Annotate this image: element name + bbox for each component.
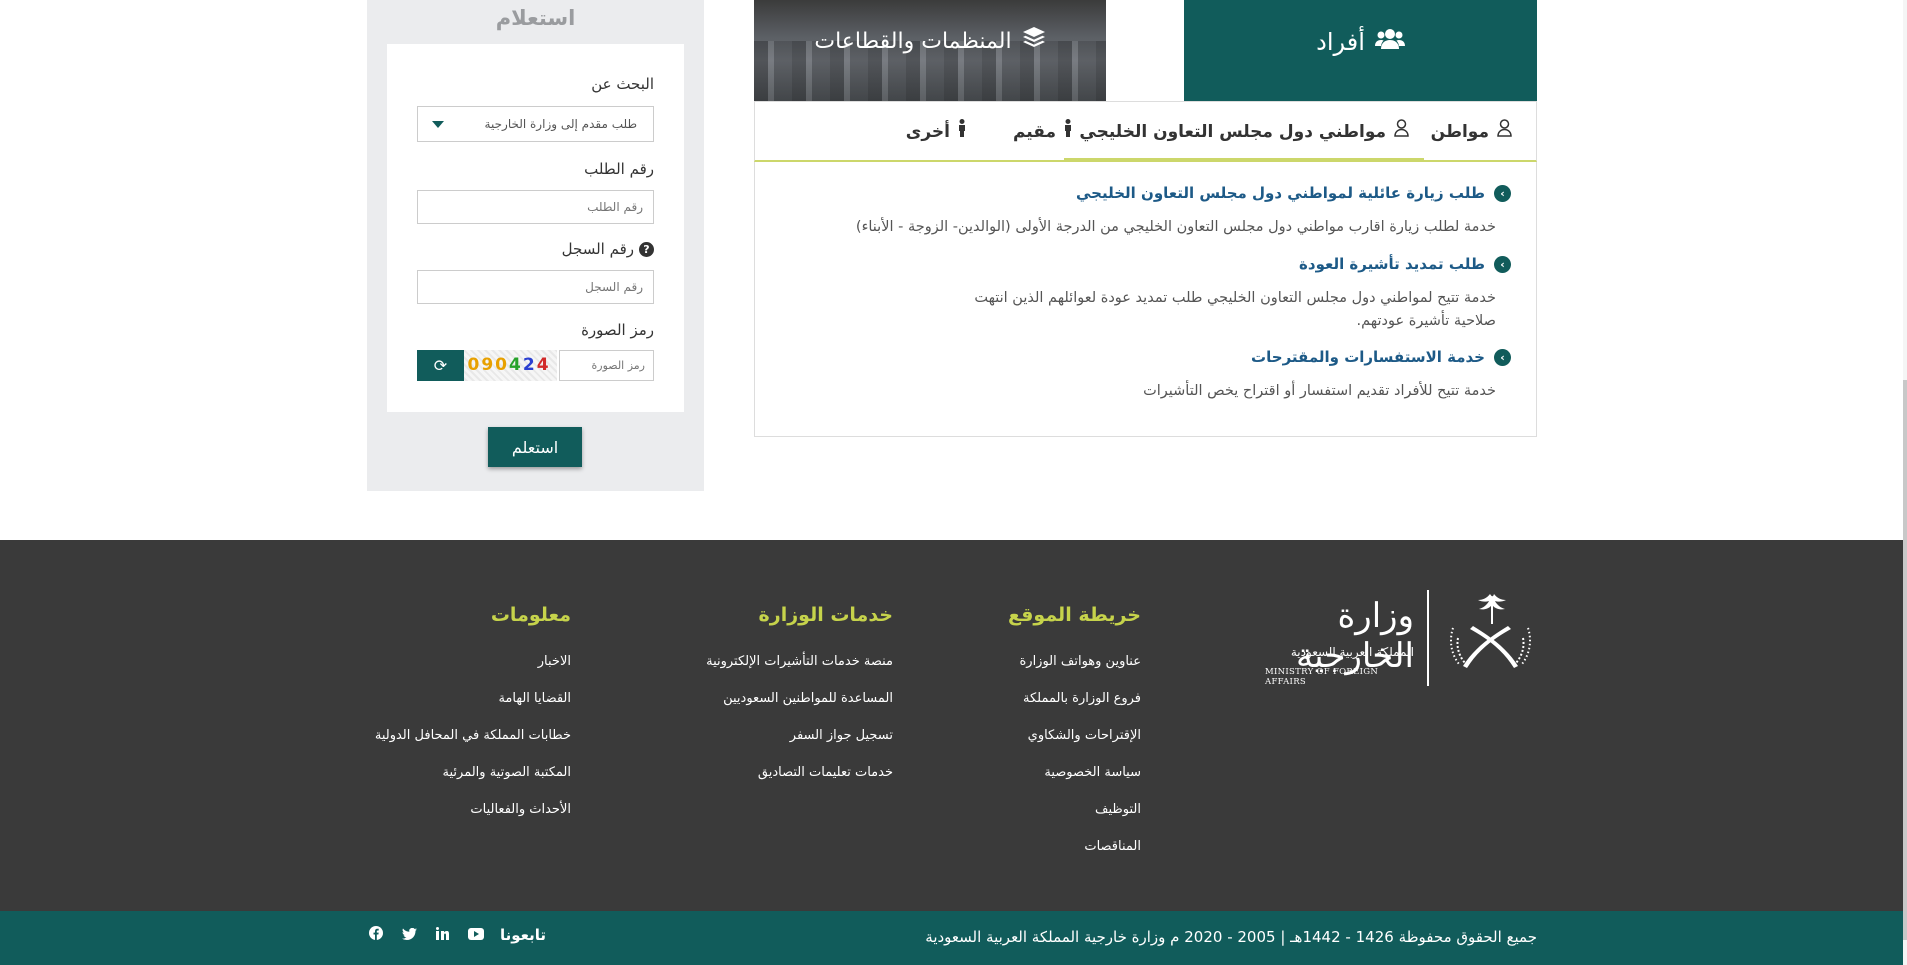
- tab-individuals-label: أفراد: [1316, 28, 1365, 56]
- request-number-input[interactable]: [417, 190, 654, 224]
- footer-sitemap: خريطة الموقع عناوين وهواتف الوزارة فروع …: [1008, 604, 1141, 865]
- follow-us: تابعونا: [367, 926, 546, 944]
- footer-heading: معلومات: [490, 604, 571, 626]
- captcha-char: 9: [481, 355, 496, 375]
- refresh-icon: ⟳: [433, 356, 448, 375]
- site-footer: وزارة الخارجية المملكة العربية السعودية …: [0, 540, 1907, 911]
- tab-organizations[interactable]: المنظمات والقطاعات: [754, 0, 1106, 101]
- chevron-right-icon: ›: [1494, 256, 1511, 273]
- subtab-gcc[interactable]: مواطني دول مجلس التعاون الخليجي: [1064, 102, 1424, 161]
- captcha-input[interactable]: [559, 350, 654, 381]
- follow-label: تابعونا: [499, 926, 546, 944]
- chevron-right-icon: ›: [1494, 349, 1511, 366]
- footer-link[interactable]: الاخبار: [375, 643, 571, 680]
- captcha-label: رمز الصورة: [581, 321, 654, 339]
- inquiry-title: استعلام: [495, 6, 576, 30]
- footer-heading: خدمات الوزارة: [758, 604, 893, 626]
- service-title: طلب تمديد تأشيرة العودة: [1299, 255, 1485, 273]
- footer-heading: خريطة الموقع: [1007, 604, 1141, 626]
- ministry-logo[interactable]: وزارة الخارجية المملكة العربية السعودية …: [1265, 588, 1538, 688]
- chevron-right-icon: ›: [1494, 185, 1511, 202]
- subtab-resident-label: مقيم: [1012, 122, 1056, 142]
- person-icon: [958, 102, 966, 161]
- refresh-captcha-button[interactable]: ⟳: [417, 350, 464, 381]
- service-link[interactable]: › خدمة الاستفسارات والمقترحات: [1251, 348, 1511, 366]
- user-outline-icon: [1394, 102, 1409, 161]
- footer-link[interactable]: سياسة الخصوصية: [1008, 754, 1141, 791]
- captcha-char: 0: [467, 355, 482, 375]
- service-description: خدمة تتيح لمواطني دول مجلس التعاون الخلي…: [974, 290, 1496, 329]
- facebook-icon[interactable]: [367, 926, 385, 944]
- footer-link[interactable]: التوظيف: [1008, 791, 1141, 828]
- subtab-resident[interactable]: مقيم: [1013, 102, 1072, 161]
- subtab-citizen-label: مواطن: [1430, 122, 1489, 142]
- footer-link[interactable]: المكتبة الصوتية والمرئية: [375, 754, 571, 791]
- footer-link[interactable]: المساعدة للمواطنين السعوديين: [706, 680, 893, 717]
- saudi-emblem-icon: [1443, 588, 1538, 683]
- service-link[interactable]: › طلب زيارة عائلية لمواطني دول مجلس التعا…: [1076, 184, 1511, 202]
- copyright-text: جميع الحقوق محفوظة 1426 - 1442هـ | 2005 …: [925, 928, 1537, 946]
- footer-link[interactable]: فروع الوزارة بالمملكة: [1008, 680, 1141, 717]
- scrollbar-thumb[interactable]: [1903, 380, 1907, 940]
- linkedin-icon[interactable]: [433, 927, 451, 944]
- captcha-image: 090424: [461, 350, 557, 381]
- footer-link[interactable]: خدمات تعليمات التصاديق: [706, 754, 893, 791]
- inquiry-panel: استعلام البحث عن طلب مقدم إلى وزارة الخا…: [367, 0, 704, 491]
- tab-individuals[interactable]: أفراد: [1184, 0, 1537, 101]
- captcha-char: 4: [536, 355, 551, 375]
- layers-icon: [1022, 0, 1046, 84]
- search-for-select[interactable]: طلب مقدم إلى وزارة الخارجية: [417, 106, 654, 142]
- subtab-other-label: أخرى: [905, 122, 950, 142]
- footer-link[interactable]: منصة خدمات التأشيرات الإلكترونية: [706, 643, 893, 680]
- record-number-input[interactable]: [417, 270, 654, 304]
- footer-link[interactable]: المناقصات: [1008, 828, 1141, 865]
- footer-link[interactable]: خطابات المملكة في المحافل الدولية: [375, 717, 571, 754]
- captcha-char: 4: [509, 355, 523, 375]
- service-description: خدمة تتيح للأفراد تقديم استفسار أو اقترا…: [1143, 383, 1496, 399]
- search-for-value: طلب مقدم إلى وزارة الخارجية: [484, 117, 637, 131]
- inquiry-form: البحث عن طلب مقدم إلى وزارة الخارجية رقم…: [387, 44, 684, 412]
- page-scrollbar[interactable]: [1903, 0, 1907, 965]
- footer-link[interactable]: القضايا الهامة: [375, 680, 571, 717]
- caret-down-icon: [432, 121, 444, 128]
- ministry-name-en: MINISTRY OF FOREIGN AFFAIRS: [1265, 667, 1379, 687]
- record-number-label: رقم السجل: [561, 240, 634, 258]
- captcha-char: 2: [522, 355, 537, 375]
- service-title: طلب زيارة عائلية لمواطني دول مجلس التعاو…: [1076, 184, 1485, 202]
- request-number-label: رقم الطلب: [584, 160, 654, 178]
- service-link[interactable]: › طلب تمديد تأشيرة العودة: [1299, 255, 1511, 273]
- subtabs-bar: مواطن مواطني دول مجلس التعاون الخليجي مق…: [754, 101, 1537, 162]
- tab-organizations-label: المنظمات والقطاعات: [814, 29, 1012, 54]
- users-icon: [1374, 2, 1405, 86]
- services-list: › طلب زيارة عائلية لمواطني دول مجلس التعا…: [754, 162, 1537, 437]
- user-outline-icon: [1497, 102, 1512, 161]
- captcha-char: 0: [495, 355, 509, 375]
- ministry-country-ar: المملكة العربية السعودية: [1290, 645, 1414, 659]
- person-icon: [1064, 102, 1072, 161]
- question-circle-icon[interactable]: ?: [639, 242, 654, 257]
- youtube-icon[interactable]: [467, 928, 485, 944]
- subtab-citizen[interactable]: مواطن: [1431, 102, 1512, 161]
- subtab-other[interactable]: أخرى: [906, 102, 966, 161]
- search-for-label: البحث عن: [591, 75, 654, 93]
- inquiry-submit-button[interactable]: استعلم: [488, 427, 582, 467]
- logo-divider: [1427, 590, 1429, 686]
- footer-link[interactable]: تسجيل جواز السفر: [706, 717, 893, 754]
- ministry-name-ar: وزارة الخارجية: [1295, 596, 1414, 676]
- footer-services: خدمات الوزارة منصة خدمات التأشيرات الإلك…: [706, 604, 893, 791]
- subtab-gcc-label: مواطني دول مجلس التعاون الخليجي: [1079, 122, 1386, 142]
- service-title: خدمة الاستفسارات والمقترحات: [1251, 348, 1485, 366]
- twitter-icon[interactable]: [400, 927, 418, 944]
- bottom-bar: جميع الحقوق محفوظة 1426 - 1442هـ | 2005 …: [0, 911, 1907, 965]
- footer-link[interactable]: الأحداث والفعاليات: [375, 791, 571, 828]
- record-number-label-row: ? رقم السجل: [562, 240, 654, 258]
- service-description: خدمة لطلب زيارة اقارب مواطني دول مجلس ال…: [855, 219, 1496, 235]
- footer-link[interactable]: الإقتراحات والشكاوي: [1008, 717, 1141, 754]
- footer-info: معلومات الاخبار القضايا الهامة خطابات ال…: [375, 604, 571, 828]
- footer-link[interactable]: عناوين وهواتف الوزارة: [1008, 643, 1141, 680]
